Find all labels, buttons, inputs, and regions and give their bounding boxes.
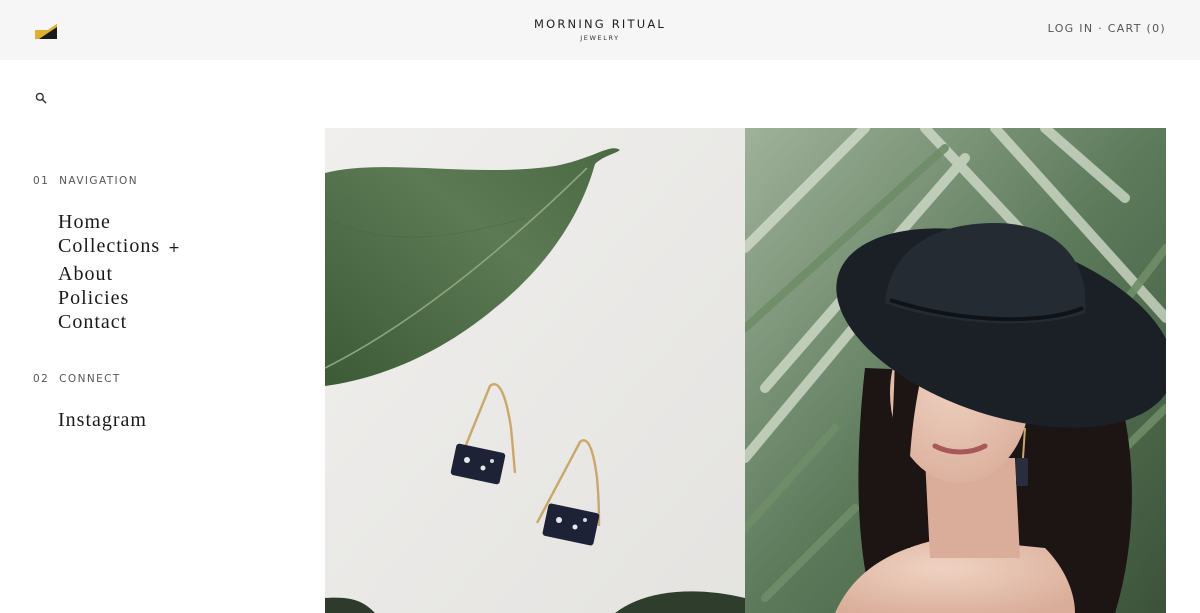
earrings-flatlay-image[interactable] <box>325 128 745 613</box>
connect-menu: Instagram <box>58 408 147 432</box>
navigation-menu: Home Collections + About Policies Contact <box>58 210 181 334</box>
expand-plus-icon[interactable]: + <box>168 240 181 256</box>
nav-item-contact[interactable]: Contact <box>58 310 181 334</box>
navigation-number: 01 <box>33 175 50 187</box>
nav-item-label: Instagram <box>58 409 147 431</box>
connect-heading: 02 CONNECT <box>33 373 121 385</box>
nav-item-label: Policies <box>58 287 130 309</box>
nav-item-home[interactable]: Home <box>58 210 181 234</box>
cart-link[interactable]: CART (0) <box>1108 22 1166 35</box>
nav-item-policies[interactable]: Policies <box>58 286 181 310</box>
link-separator: · <box>1098 22 1103 35</box>
navigation-title: NAVIGATION <box>59 175 138 187</box>
account-links: LOG IN · CART (0) <box>1048 22 1166 35</box>
nav-item-about[interactable]: About <box>58 262 181 286</box>
nav-item-label: Home <box>58 211 111 233</box>
brand-subtitle: JEWELRY <box>580 34 620 42</box>
nav-item-label: About <box>58 263 113 285</box>
model-portrait-image[interactable] <box>745 128 1166 613</box>
nav-item-collections[interactable]: Collections + <box>58 234 181 260</box>
login-link[interactable]: LOG IN <box>1048 22 1094 35</box>
nav-item-label: Collections <box>58 235 161 257</box>
top-bar: MORNING RITUAL JEWELRY LOG IN · CART (0) <box>0 0 1200 60</box>
navigation-heading: 01 NAVIGATION <box>33 175 138 187</box>
connect-title: CONNECT <box>59 373 121 385</box>
connect-number: 02 <box>33 373 50 385</box>
brand-name[interactable]: MORNING RITUAL <box>0 17 1200 31</box>
nav-item-label: Contact <box>58 311 128 333</box>
search-icon[interactable] <box>35 92 47 104</box>
nav-item-instagram[interactable]: Instagram <box>58 408 147 432</box>
